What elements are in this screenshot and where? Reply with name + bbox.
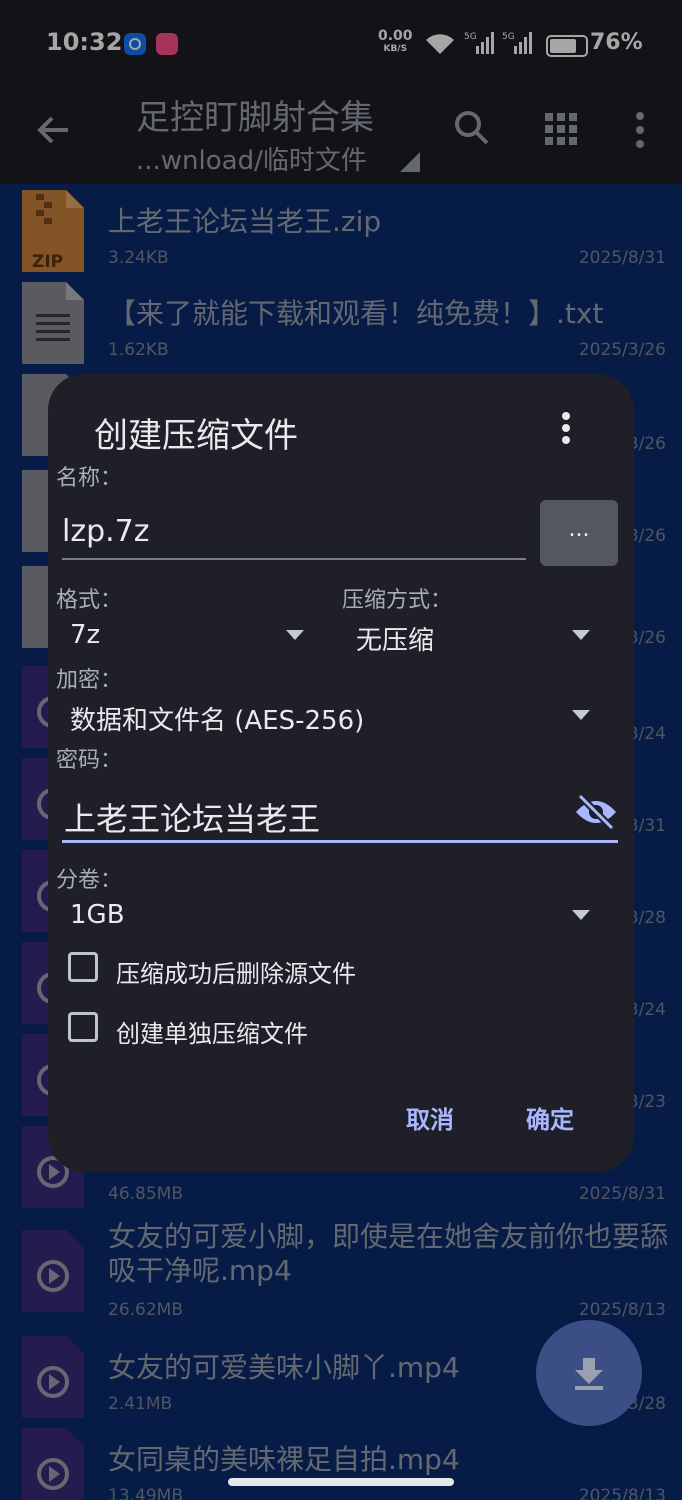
ok-button[interactable]: 确定: [526, 1100, 574, 1135]
password-underline: [62, 840, 618, 843]
download-icon: [575, 1358, 603, 1390]
archive-name-input[interactable]: lzp.7z: [62, 514, 150, 549]
name-label: 名称：: [56, 466, 123, 491]
chevron-down-icon[interactable]: [572, 630, 590, 640]
chevron-down-icon[interactable]: [572, 710, 590, 720]
format-label: 格式：: [56, 588, 123, 613]
method-label: 压缩方式：: [342, 588, 453, 613]
delete-source-checkbox[interactable]: [68, 952, 98, 982]
chevron-down-icon[interactable]: [572, 910, 590, 920]
dialog-title: 创建压缩文件: [94, 416, 298, 456]
visibility-off-icon[interactable]: [574, 794, 618, 830]
home-indicator[interactable]: [228, 1478, 454, 1486]
separate-archive-label[interactable]: 创建单独压缩文件: [116, 1014, 308, 1049]
format-select[interactable]: 7z: [70, 620, 100, 650]
separate-archive-checkbox[interactable]: [68, 1012, 98, 1042]
chevron-down-icon[interactable]: [286, 630, 304, 640]
password-label: 密码：: [56, 748, 123, 773]
encrypt-select[interactable]: 数据和文件名 (AES-256): [70, 700, 364, 737]
delete-source-label[interactable]: 压缩成功后删除源文件: [116, 954, 356, 989]
browse-button[interactable]: ...: [540, 500, 618, 566]
encrypt-label: 加密：: [56, 668, 123, 693]
volume-select[interactable]: 1GB: [70, 900, 125, 930]
method-select[interactable]: 无压缩: [356, 620, 434, 657]
download-fab[interactable]: [536, 1320, 642, 1426]
name-underline: [62, 558, 526, 560]
dialog-more-icon[interactable]: [556, 410, 576, 446]
password-input[interactable]: 上老王论坛当老王: [64, 794, 320, 840]
volume-label: 分卷：: [56, 868, 123, 893]
cancel-button[interactable]: 取消: [406, 1100, 454, 1135]
create-archive-dialog: 创建压缩文件 名称： lzp.7z ... 格式： 压缩方式： 7z 无压缩 加…: [48, 374, 634, 1172]
